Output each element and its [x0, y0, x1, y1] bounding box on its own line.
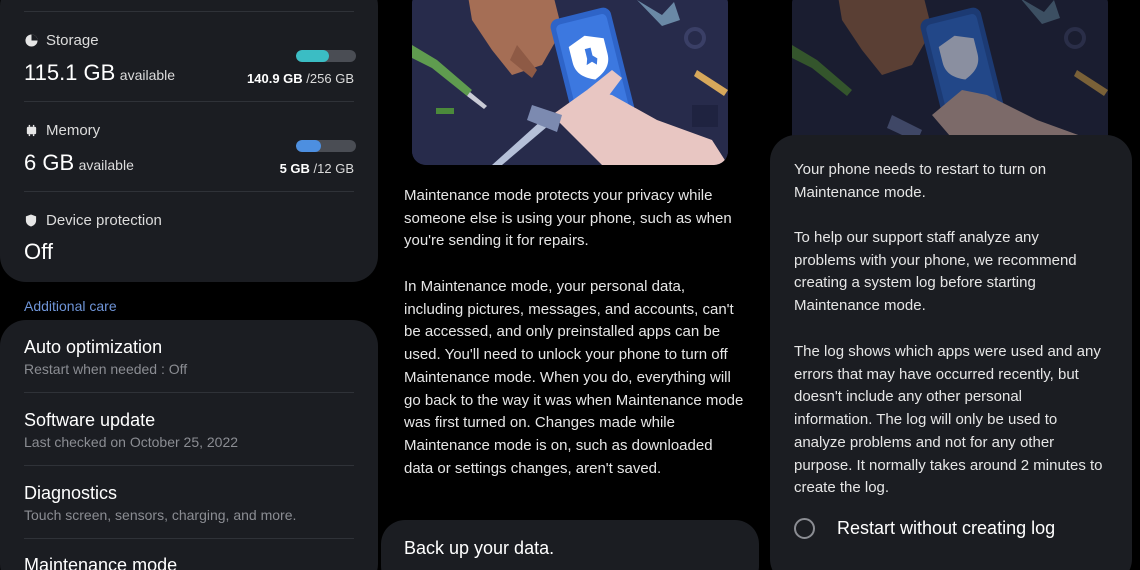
back-up-data-button[interactable]: Back up your data. — [381, 520, 759, 570]
memory-label: Memory — [24, 122, 100, 139]
list-item-title: Maintenance mode — [24, 555, 178, 570]
list-item-software-update[interactable]: Software update Last checked on October … — [24, 410, 354, 450]
divider — [24, 538, 354, 539]
storage-usage-text: 140.9 GB /256 GB — [247, 71, 354, 86]
memory-usage-fill — [296, 140, 322, 152]
list-item-diagnostics[interactable]: Diagnostics Touch screen, sensors, charg… — [24, 483, 354, 523]
restart-dialog-panel: Your phone needs to restart to turn on M… — [762, 0, 1140, 570]
maintenance-mode-info-panel: Maintenance mode protects your privacy w… — [381, 0, 759, 570]
maintenance-mode-illustration — [412, 0, 728, 165]
list-item-title: Auto optimization — [24, 337, 163, 357]
list-item-auto-optimization[interactable]: Auto optimization Restart when needed : … — [24, 337, 354, 377]
storage-usage-bar — [296, 50, 356, 62]
list-item-subtitle: Restart when needed : Off — [24, 361, 188, 377]
maintenance-description-1: Maintenance mode protects your privacy w… — [404, 187, 732, 250]
system-log-explanation: The log shows which apps were used and a… — [794, 343, 1103, 497]
maintenance-description-2: In Maintenance mode, your personal data,… — [404, 278, 744, 477]
device-protection-label: Device protection — [24, 212, 162, 229]
additional-care-list: Auto optimization Restart when needed : … — [0, 320, 378, 570]
back-up-data-label: Back up your data. — [404, 538, 555, 558]
storage-label: Storage — [24, 32, 99, 49]
divider — [24, 101, 354, 102]
memory-usage-bar — [296, 140, 356, 152]
system-log-recommendation: To help our support staff analyze any pr… — [794, 229, 1077, 315]
list-item-subtitle: Last checked on October 25, 2022 — [24, 434, 239, 450]
device-protection-status: Off — [24, 239, 53, 264]
divider — [24, 392, 354, 393]
memory-usage-text: 5 GB /12 GB — [279, 161, 354, 176]
memory-available: 6 GB available — [24, 150, 134, 175]
maintenance-mode-illustration-dimmed — [792, 0, 1108, 150]
divider — [24, 191, 354, 192]
restart-notice: Your phone needs to restart to turn on M… — [794, 161, 1047, 201]
storage-usage-fill — [296, 50, 329, 62]
list-item-maintenance-mode[interactable]: Maintenance mode — [24, 555, 354, 570]
section-header: Additional care — [24, 298, 117, 314]
shield-icon — [24, 214, 38, 228]
restart-without-log-label: Restart without creating log — [837, 518, 1056, 538]
storage-available: 115.1 GB available — [24, 60, 176, 85]
device-care-summary-card: Storage 115.1 GB available 140.9 GB /256… — [0, 0, 378, 282]
radio-button[interactable] — [794, 518, 815, 539]
memory-chip-icon — [24, 124, 38, 138]
list-item-title: Software update — [24, 410, 156, 430]
divider — [24, 11, 354, 12]
restart-without-log-option[interactable]: Restart without creating log — [794, 518, 1055, 539]
divider — [24, 465, 354, 466]
panel-divider — [759, 0, 761, 570]
device-care-panel: Storage 115.1 GB available 140.9 GB /256… — [0, 0, 380, 570]
storage-icon — [24, 34, 38, 48]
list-item-title: Diagnostics — [24, 483, 118, 503]
list-item-subtitle: Touch screen, sensors, charging, and mor… — [24, 507, 297, 523]
